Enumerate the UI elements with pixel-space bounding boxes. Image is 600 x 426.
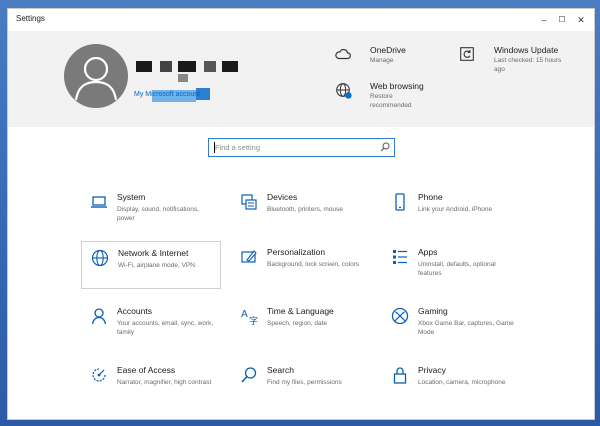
- maximize-button[interactable]: ☐: [552, 13, 572, 27]
- avatar[interactable]: [64, 44, 128, 108]
- refresh-icon: [460, 47, 474, 61]
- category-description: Your accounts, email, sync, work, family: [117, 320, 214, 336]
- category-description: Uninstall, defaults, optional features: [418, 261, 496, 277]
- category-system[interactable]: System Display, sound, notifications, po…: [81, 186, 219, 232]
- category-ease-of-access[interactable]: Ease of Access Narrator, magnifier, high…: [81, 359, 219, 405]
- category-apps[interactable]: Apps Uninstall, defaults, optional featu…: [382, 241, 520, 287]
- quick-title: Windows Update: [494, 45, 559, 55]
- category-description: Bluetooth, printers, mouse: [267, 206, 343, 213]
- language-icon: A 字: [241, 309, 258, 326]
- quick-subtitle: ago: [494, 66, 505, 73]
- quick-onedrive[interactable]: OneDrive Manage: [334, 45, 444, 73]
- redacted-name: [222, 61, 238, 72]
- category-title: Personalization: [267, 247, 326, 257]
- paintbrush-icon: [241, 250, 257, 263]
- category-description: Narrator, magnifier, high contrast: [117, 379, 212, 386]
- category-title: Time & Language: [267, 306, 334, 316]
- redacted-name: [160, 61, 172, 72]
- category-phone[interactable]: Phone Link your Android, iPhone: [382, 186, 520, 232]
- quick-subtitle: Manage: [370, 57, 394, 64]
- category-title: Network & Internet: [118, 248, 189, 258]
- person-icon: [91, 308, 107, 325]
- category-description: Background, lock screen, colors: [267, 261, 360, 268]
- quick-title: Web browsing: [370, 81, 424, 91]
- category-title: Accounts: [117, 306, 152, 316]
- category-search[interactable]: Search Find my files, permissions: [231, 359, 369, 405]
- quick-web-browsing[interactable]: Web browsing Restore recommended: [334, 81, 444, 121]
- apps-list-icon: [393, 250, 407, 264]
- search-icon[interactable]: [380, 142, 390, 152]
- redacted-name: [136, 61, 152, 72]
- category-title: Devices: [267, 192, 298, 202]
- phone-icon: [395, 193, 405, 211]
- account-header: My Microsoft account OneDrive Manage Win…: [8, 31, 594, 127]
- category-title: Phone: [418, 192, 443, 202]
- category-privacy[interactable]: Privacy Location, camera, microphone: [382, 359, 520, 405]
- category-personalization[interactable]: Personalization Background, lock screen,…: [231, 241, 369, 287]
- globe-icon: [91, 249, 109, 267]
- quick-title: OneDrive: [370, 45, 406, 55]
- redacted-name: [204, 61, 216, 72]
- quick-subtitle: Last checked: 15 hours: [494, 57, 562, 64]
- minimize-button[interactable]: –: [534, 13, 554, 27]
- quick-subtitle: recommended: [370, 102, 412, 109]
- title-bar: Settings – ☐ ✕: [8, 9, 594, 31]
- category-description: Speech, region, date: [267, 320, 327, 327]
- search-icon: [241, 367, 257, 383]
- settings-window: Settings – ☐ ✕ My Microsoft account OneD…: [7, 8, 595, 420]
- close-button[interactable]: ✕: [571, 13, 591, 27]
- category-title: Apps: [418, 247, 438, 257]
- category-description: Location, camera, microphone: [418, 379, 506, 386]
- redacted-name: [178, 61, 196, 72]
- search-placeholder: Find a setting: [215, 143, 261, 152]
- category-description: Xbox Game Bar, captures, Game Mode: [418, 320, 514, 336]
- quick-subtitle: Restore: [370, 93, 393, 100]
- category-title: Ease of Access: [117, 365, 176, 375]
- keyboard-icon: [241, 194, 257, 210]
- microsoft-account-link[interactable]: My Microsoft account: [134, 88, 210, 102]
- window-title: Settings: [16, 14, 45, 23]
- category-description: Display, sound, notifications, power: [117, 206, 199, 222]
- ease-of-access-icon: [92, 368, 106, 382]
- category-description: Wi-Fi, airplane mode, VPN: [118, 262, 195, 269]
- category-title: System: [117, 192, 146, 202]
- redacted-name: [178, 74, 188, 82]
- category-description: Link your Android, iPhone: [418, 206, 493, 213]
- laptop-icon: [91, 196, 107, 208]
- category-network-internet[interactable]: Network & Internet Wi-Fi, airplane mode,…: [81, 241, 221, 289]
- settings-search[interactable]: Find a setting: [208, 138, 395, 157]
- category-title: Search: [267, 365, 294, 375]
- quick-windows-update[interactable]: Windows Update Last checked: 15 hours ag…: [458, 45, 588, 85]
- person-silhouette-icon: [74, 56, 118, 101]
- category-gaming[interactable]: Gaming Xbox Game Bar, captures, Game Mod…: [382, 300, 520, 346]
- xbox-icon: [391, 307, 409, 325]
- svg-text:字: 字: [249, 315, 258, 326]
- category-time-language[interactable]: A 字 Time & Language Speech, region, date: [231, 300, 369, 346]
- cloud-icon: [335, 49, 351, 60]
- category-devices[interactable]: Devices Bluetooth, printers, mouse: [231, 186, 369, 232]
- svg-text:A: A: [241, 309, 248, 320]
- category-title: Gaming: [418, 306, 448, 316]
- category-title: Privacy: [418, 365, 446, 375]
- category-description: Find my files, permissions: [267, 379, 342, 386]
- category-accounts[interactable]: Accounts Your accounts, email, sync, wor…: [81, 300, 219, 346]
- globe-icon: [336, 83, 352, 99]
- lock-icon: [393, 367, 407, 384]
